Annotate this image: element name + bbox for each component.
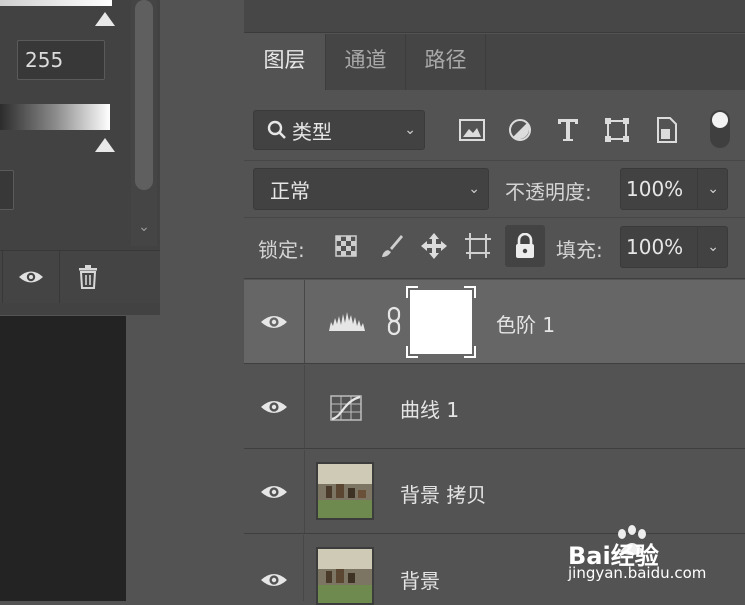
- layer-visibility-toggle[interactable]: [244, 365, 305, 448]
- brush-icon: [382, 235, 403, 257]
- image-icon: [459, 119, 485, 141]
- layers-panel: 图层 通道 路径 类型 ⌄ 正常 ⌄ 不透明度: 100% ⌄ 锁定: 填充: …: [244, 0, 745, 605]
- filter-kind-select[interactable]: 类型 ⌄: [253, 110, 425, 150]
- filter-smart-objects-button[interactable]: [652, 115, 682, 145]
- tab-channels[interactable]: 通道: [326, 34, 406, 90]
- baidu-jingyan-watermark: Bai经验 jingyan.baidu.com: [568, 525, 738, 588]
- lock-position-button[interactable]: [420, 232, 448, 260]
- chevron-down-icon: ⌄: [468, 181, 480, 197]
- photo-thumbnail-image: [318, 549, 372, 603]
- input-white-value-field[interactable]: 255: [17, 40, 105, 80]
- levels-adjustment-icon: [328, 308, 366, 332]
- fill-field[interactable]: 100% ⌄: [620, 226, 728, 268]
- opacity-label: 不透明度:: [505, 180, 592, 204]
- padlock-icon: [516, 233, 534, 258]
- panel-gutter: [160, 0, 246, 601]
- document-canvas-area[interactable]: [0, 316, 126, 601]
- properties-panel: 255 ⌄: [0, 0, 160, 315]
- panel-top-strip: [244, 0, 745, 33]
- move-arrows-icon: [421, 233, 447, 259]
- toggle-knob: [712, 112, 728, 128]
- eye-icon: [261, 485, 287, 498]
- mask-corner: [464, 286, 476, 298]
- curves-adjustment-icon: [330, 395, 362, 421]
- layer-name[interactable]: 背景: [400, 565, 440, 594]
- scrollbar-thumb[interactable]: [135, 0, 153, 190]
- filter-toggle-switch[interactable]: [710, 110, 730, 148]
- layer-visibility-toggle[interactable]: [244, 535, 304, 601]
- layer-visibility-toggle[interactable]: [244, 450, 305, 533]
- mask-fill: [410, 290, 472, 354]
- filter-pixel-layers-button[interactable]: [457, 115, 487, 145]
- lock-all-button[interactable]: [505, 225, 545, 267]
- shape-transform-icon: [605, 118, 629, 142]
- chevron-down-icon: ⌄: [404, 122, 416, 138]
- divider: [244, 160, 745, 161]
- divider: [697, 227, 698, 267]
- opacity-value[interactable]: 100%: [626, 177, 683, 201]
- mask-corner: [406, 286, 418, 298]
- divider: [244, 278, 745, 279]
- layer-thumbnail[interactable]: [316, 462, 374, 520]
- text-t-icon: [558, 119, 578, 141]
- layer-mask-thumbnail[interactable]: [406, 286, 476, 358]
- delete-button[interactable]: [60, 251, 116, 303]
- fill-label: 填充:: [556, 238, 603, 262]
- trash-icon: [79, 265, 97, 289]
- input-levels-gradient: [0, 0, 112, 6]
- search-icon: [267, 120, 286, 139]
- tab-layers[interactable]: 图层: [244, 34, 326, 90]
- opacity-field[interactable]: 100% ⌄: [620, 168, 728, 210]
- chevron-down-icon[interactable]: ⌄: [707, 240, 719, 254]
- lock-artboard-button[interactable]: [464, 232, 492, 260]
- blend-mode-value: 正常: [270, 178, 310, 203]
- photo-thumbnail-image: [318, 464, 372, 518]
- mask-corner: [406, 346, 418, 358]
- properties-scrollbar[interactable]: ⌄: [131, 0, 157, 246]
- chevron-down-icon[interactable]: ⌄: [707, 182, 719, 196]
- adjustment-circle-icon: [509, 119, 531, 141]
- smart-object-icon: [657, 117, 677, 143]
- properties-footer: [0, 250, 160, 303]
- eye-icon: [261, 315, 287, 328]
- layer-row[interactable]: 色阶 1: [244, 280, 745, 364]
- chain-link-icon[interactable]: [386, 306, 402, 336]
- mask-corner: [464, 346, 476, 358]
- output-white-slider[interactable]: [95, 138, 115, 152]
- watermark-url: jingyan.baidu.com: [568, 564, 707, 582]
- layer-name[interactable]: 曲线 1: [400, 394, 459, 423]
- scroll-down-arrow-icon[interactable]: ⌄: [131, 216, 157, 238]
- layer-row[interactable]: 背景 拷贝: [244, 450, 745, 534]
- tab-paths[interactable]: 路径: [406, 34, 486, 90]
- layer-name[interactable]: 色阶 1: [496, 309, 555, 338]
- output-levels-gradient: [0, 104, 110, 130]
- layer-thumbnail[interactable]: [316, 547, 374, 605]
- divider: [244, 217, 745, 218]
- output-value-field[interactable]: [0, 170, 14, 210]
- eye-icon: [261, 400, 287, 413]
- lock-image-pixels-button[interactable]: [379, 233, 405, 259]
- filter-kind-label: 类型: [292, 119, 332, 144]
- toggle-visibility-button[interactable]: [3, 251, 59, 303]
- fill-value[interactable]: 100%: [626, 235, 683, 259]
- artboard-icon: [465, 233, 491, 259]
- layer-name[interactable]: 背景 拷贝: [400, 479, 486, 508]
- checkerboard-icon: [335, 235, 357, 257]
- divider: [697, 169, 698, 209]
- lock-label: 锁定:: [258, 238, 305, 262]
- lock-transparent-pixels-button[interactable]: [335, 235, 357, 257]
- input-white-slider[interactable]: [95, 12, 115, 26]
- filter-shape-layers-button[interactable]: [602, 115, 632, 145]
- eye-icon: [19, 271, 43, 283]
- blend-mode-select[interactable]: 正常 ⌄: [253, 168, 489, 210]
- layer-visibility-toggle[interactable]: [244, 280, 305, 363]
- filter-type-layers-button[interactable]: [553, 115, 583, 145]
- filter-adjustment-layers-button[interactable]: [505, 115, 535, 145]
- layer-row[interactable]: 曲线 1: [244, 365, 745, 449]
- layers-tab-bar: 图层 通道 路径: [244, 34, 745, 90]
- eye-icon: [260, 574, 287, 586]
